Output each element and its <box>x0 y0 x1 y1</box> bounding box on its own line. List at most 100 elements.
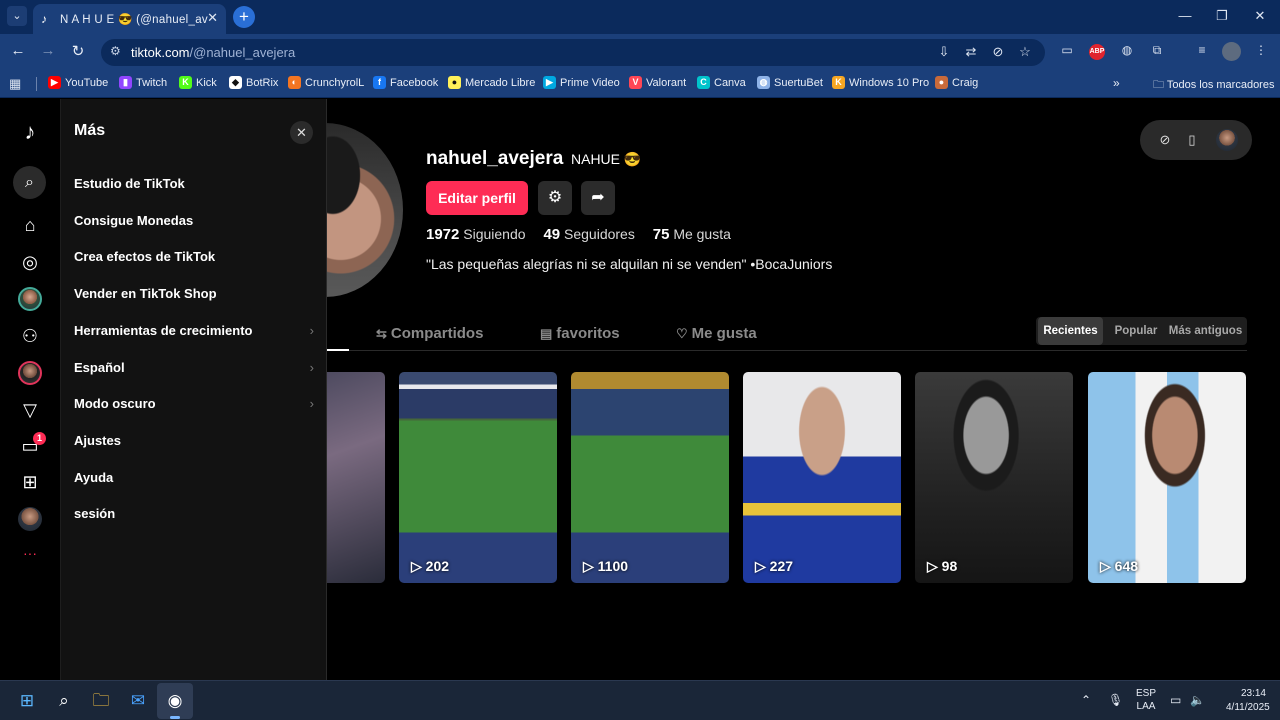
bookmark-item[interactable]: ▶ Prime Video <box>543 76 620 89</box>
media-controls-icon[interactable]: ≡ <box>1193 43 1211 57</box>
more-menu-item[interactable]: Consigue Monedas <box>74 213 314 228</box>
browser-menu-icon[interactable]: ⋮ <box>1252 43 1270 57</box>
more-menu-item[interactable]: Español › <box>74 360 314 375</box>
bookmark-item[interactable]: ● Mercado Libre <box>448 76 535 89</box>
browser-tab[interactable]: ♪ N A H U E 😎 (@nahuel_avejera ✕ <box>33 4 226 34</box>
adblock-plus-icon[interactable]: ABP <box>1089 44 1105 60</box>
tab-me-gusta[interactable]: ♡ Me gusta <box>676 325 757 342</box>
bookmark-item[interactable]: ▶ YouTube <box>48 76 108 89</box>
account-avatar[interactable] <box>1216 129 1238 151</box>
tiktok-logo-icon[interactable]: ♪ <box>19 121 41 143</box>
active-tab-underline <box>327 349 349 351</box>
sort-popular[interactable]: Popular <box>1108 317 1164 345</box>
share-icon[interactable]: ➦ <box>581 181 615 215</box>
restore-icon[interactable]: ❐ <box>1212 8 1232 24</box>
upload-send-icon[interactable]: ▽ <box>19 399 41 421</box>
extension-globe-icon[interactable]: ◍ <box>1118 43 1136 57</box>
friends-icon[interactable]: ⚇ <box>19 325 41 347</box>
close-icon[interactable]: ✕ <box>290 121 313 144</box>
more-menu-item[interactable]: Ajustes <box>74 433 314 448</box>
apps-grid-icon[interactable]: ▦ <box>9 76 21 92</box>
volume-icon[interactable]: 🔈 <box>1190 693 1205 707</box>
get-app-icon[interactable]: ▯ <box>1184 132 1200 148</box>
all-bookmarks-folder[interactable]: 🗀 Todos los marcadores <box>1153 76 1274 95</box>
bookmark-item[interactable]: ▮ Twitch <box>119 76 167 89</box>
more-menu-item[interactable]: Estudio de TikTok <box>74 176 314 191</box>
bookmark-item[interactable]: ◍ SuertuBet <box>757 76 823 89</box>
more-menu-item[interactable]: sesión <box>74 506 314 521</box>
site-info-icon[interactable]: ⚙ <box>110 44 121 58</box>
bookmark-item[interactable]: K Windows 10 Pro <box>832 76 929 89</box>
address-bar[interactable]: ⚙ tiktok.com/@nahuel_avejera ⇩ ⇄ ⊘ ☆ <box>101 39 1045 66</box>
microphone-icon[interactable]: 🎙 <box>1108 693 1123 707</box>
network-icon[interactable]: ▭ <box>1170 693 1181 707</box>
tab-compartidos[interactable]: ⇆ Compartidos <box>376 325 483 342</box>
tray-overflow-icon[interactable]: ⌃ <box>1081 693 1091 707</box>
more-menu-item[interactable]: Vender en TikTok Shop <box>74 286 314 301</box>
bookmark-item[interactable]: K Kick <box>179 76 217 89</box>
home-icon[interactable]: ⌂ <box>19 214 41 236</box>
following-label[interactable]: Siguiendo <box>463 226 525 242</box>
explore-icon[interactable]: ◎ <box>19 251 41 273</box>
chevron-right-icon: › <box>309 360 314 375</box>
video-card-2[interactable]: ▷ 202 <box>399 372 557 583</box>
tiktok-page: ♪ ⌕ ⌂ ◎ ⚇ ▽ ▭ 1 ⊞ ··· Más ✕ Estudio de T… <box>0 99 1280 680</box>
tracking-blocked-icon[interactable]: ⊘ <box>989 44 1007 60</box>
system-clock[interactable]: 23:14 4/11/2025 <box>1226 687 1270 715</box>
bookmark-item[interactable]: C Canva <box>697 76 746 89</box>
live-avatar[interactable] <box>18 361 42 385</box>
sort-recientes[interactable]: Recientes <box>1038 317 1103 345</box>
video-card-3[interactable]: ▷ 1100 <box>571 372 729 583</box>
bookmark-item[interactable]: V Valorant <box>629 76 686 89</box>
more-menu-item[interactable]: Herramientas de crecimiento › <box>74 323 314 338</box>
taskbar-search-icon[interactable]: ⌕ <box>52 689 76 713</box>
more-menu-item[interactable]: Crea efectos de TikTok <box>74 249 314 264</box>
outlook-icon[interactable]: ✉ <box>126 689 150 713</box>
bookmark-item[interactable]: ◆ BotRix <box>229 76 278 89</box>
translate-icon[interactable]: ⇄ <box>962 44 980 60</box>
browser-profile-avatar[interactable] <box>1222 42 1241 61</box>
install-app-icon[interactable]: ⇩ <box>935 44 953 60</box>
bookmark-star-icon[interactable]: ☆ <box>1016 44 1034 60</box>
video-card-6[interactable]: ▷ 648 <box>1088 372 1246 583</box>
edit-profile-button[interactable]: Editar perfil <box>426 181 528 215</box>
tab-close-icon[interactable]: ✕ <box>207 10 218 26</box>
more-menu-item[interactable]: Ayuda <box>74 470 314 485</box>
create-icon[interactable]: ⊞ <box>19 471 41 493</box>
bookmark-item[interactable]: ◐ CrunchyrolL <box>288 76 364 89</box>
back-icon[interactable]: ← <box>8 42 28 59</box>
bookmark-label: Canva <box>714 76 746 89</box>
new-tab-button[interactable]: + <box>233 6 255 28</box>
bookmarks-overflow-icon[interactable]: » <box>1113 76 1120 90</box>
windows-start-icon[interactable]: ⊞ <box>15 689 39 713</box>
sort-mas-antiguos[interactable]: Más antiguos <box>1166 317 1245 345</box>
more-dots-icon[interactable]: ··· <box>19 542 41 564</box>
url-text[interactable]: tiktok.com/@nahuel_avejera <box>131 45 295 60</box>
file-explorer-icon[interactable]: 🗀 <box>89 689 113 713</box>
language-indicator[interactable]: ESP LAA <box>1136 687 1156 713</box>
extension-tab-icon[interactable]: ▭ <box>1058 43 1076 57</box>
search-icon[interactable]: ⌕ <box>13 166 46 199</box>
minimize-icon[interactable]: — <box>1175 8 1195 23</box>
video-card-4[interactable]: ▷ 227 <box>743 372 901 583</box>
likes-label: Me gusta <box>673 226 731 242</box>
followers-count[interactable]: 49 <box>543 226 560 243</box>
tab-search-button[interactable]: ⌄ <box>7 6 27 26</box>
profile-avatar[interactable] <box>18 507 42 531</box>
more-menu-item[interactable]: Modo oscuro › <box>74 396 314 411</box>
chrome-taskbar-button[interactable]: ◉ <box>157 683 193 719</box>
bookmark-item[interactable]: ● Craig <box>935 76 978 89</box>
coins-icon[interactable]: ⊘ <box>1157 132 1173 148</box>
following-count[interactable]: 1972 <box>426 226 459 243</box>
following-avatar[interactable] <box>18 287 42 311</box>
window-close-icon[interactable]: ✕ <box>1250 8 1270 24</box>
video-card-5[interactable]: ▷ 98 <box>915 372 1073 583</box>
followers-label[interactable]: Seguidores <box>564 226 635 242</box>
tab-favoritos[interactable]: ▤ favoritos <box>540 325 620 342</box>
botrix-icon: ◆ <box>229 76 242 89</box>
reload-icon[interactable]: ↻ <box>68 42 88 60</box>
bookmark-item[interactable]: f Facebook <box>373 76 438 89</box>
extensions-puzzle-icon[interactable]: ⧉ <box>1148 43 1166 58</box>
forward-icon[interactable]: → <box>38 42 58 59</box>
settings-gear-icon[interactable]: ⚙ <box>538 181 572 215</box>
